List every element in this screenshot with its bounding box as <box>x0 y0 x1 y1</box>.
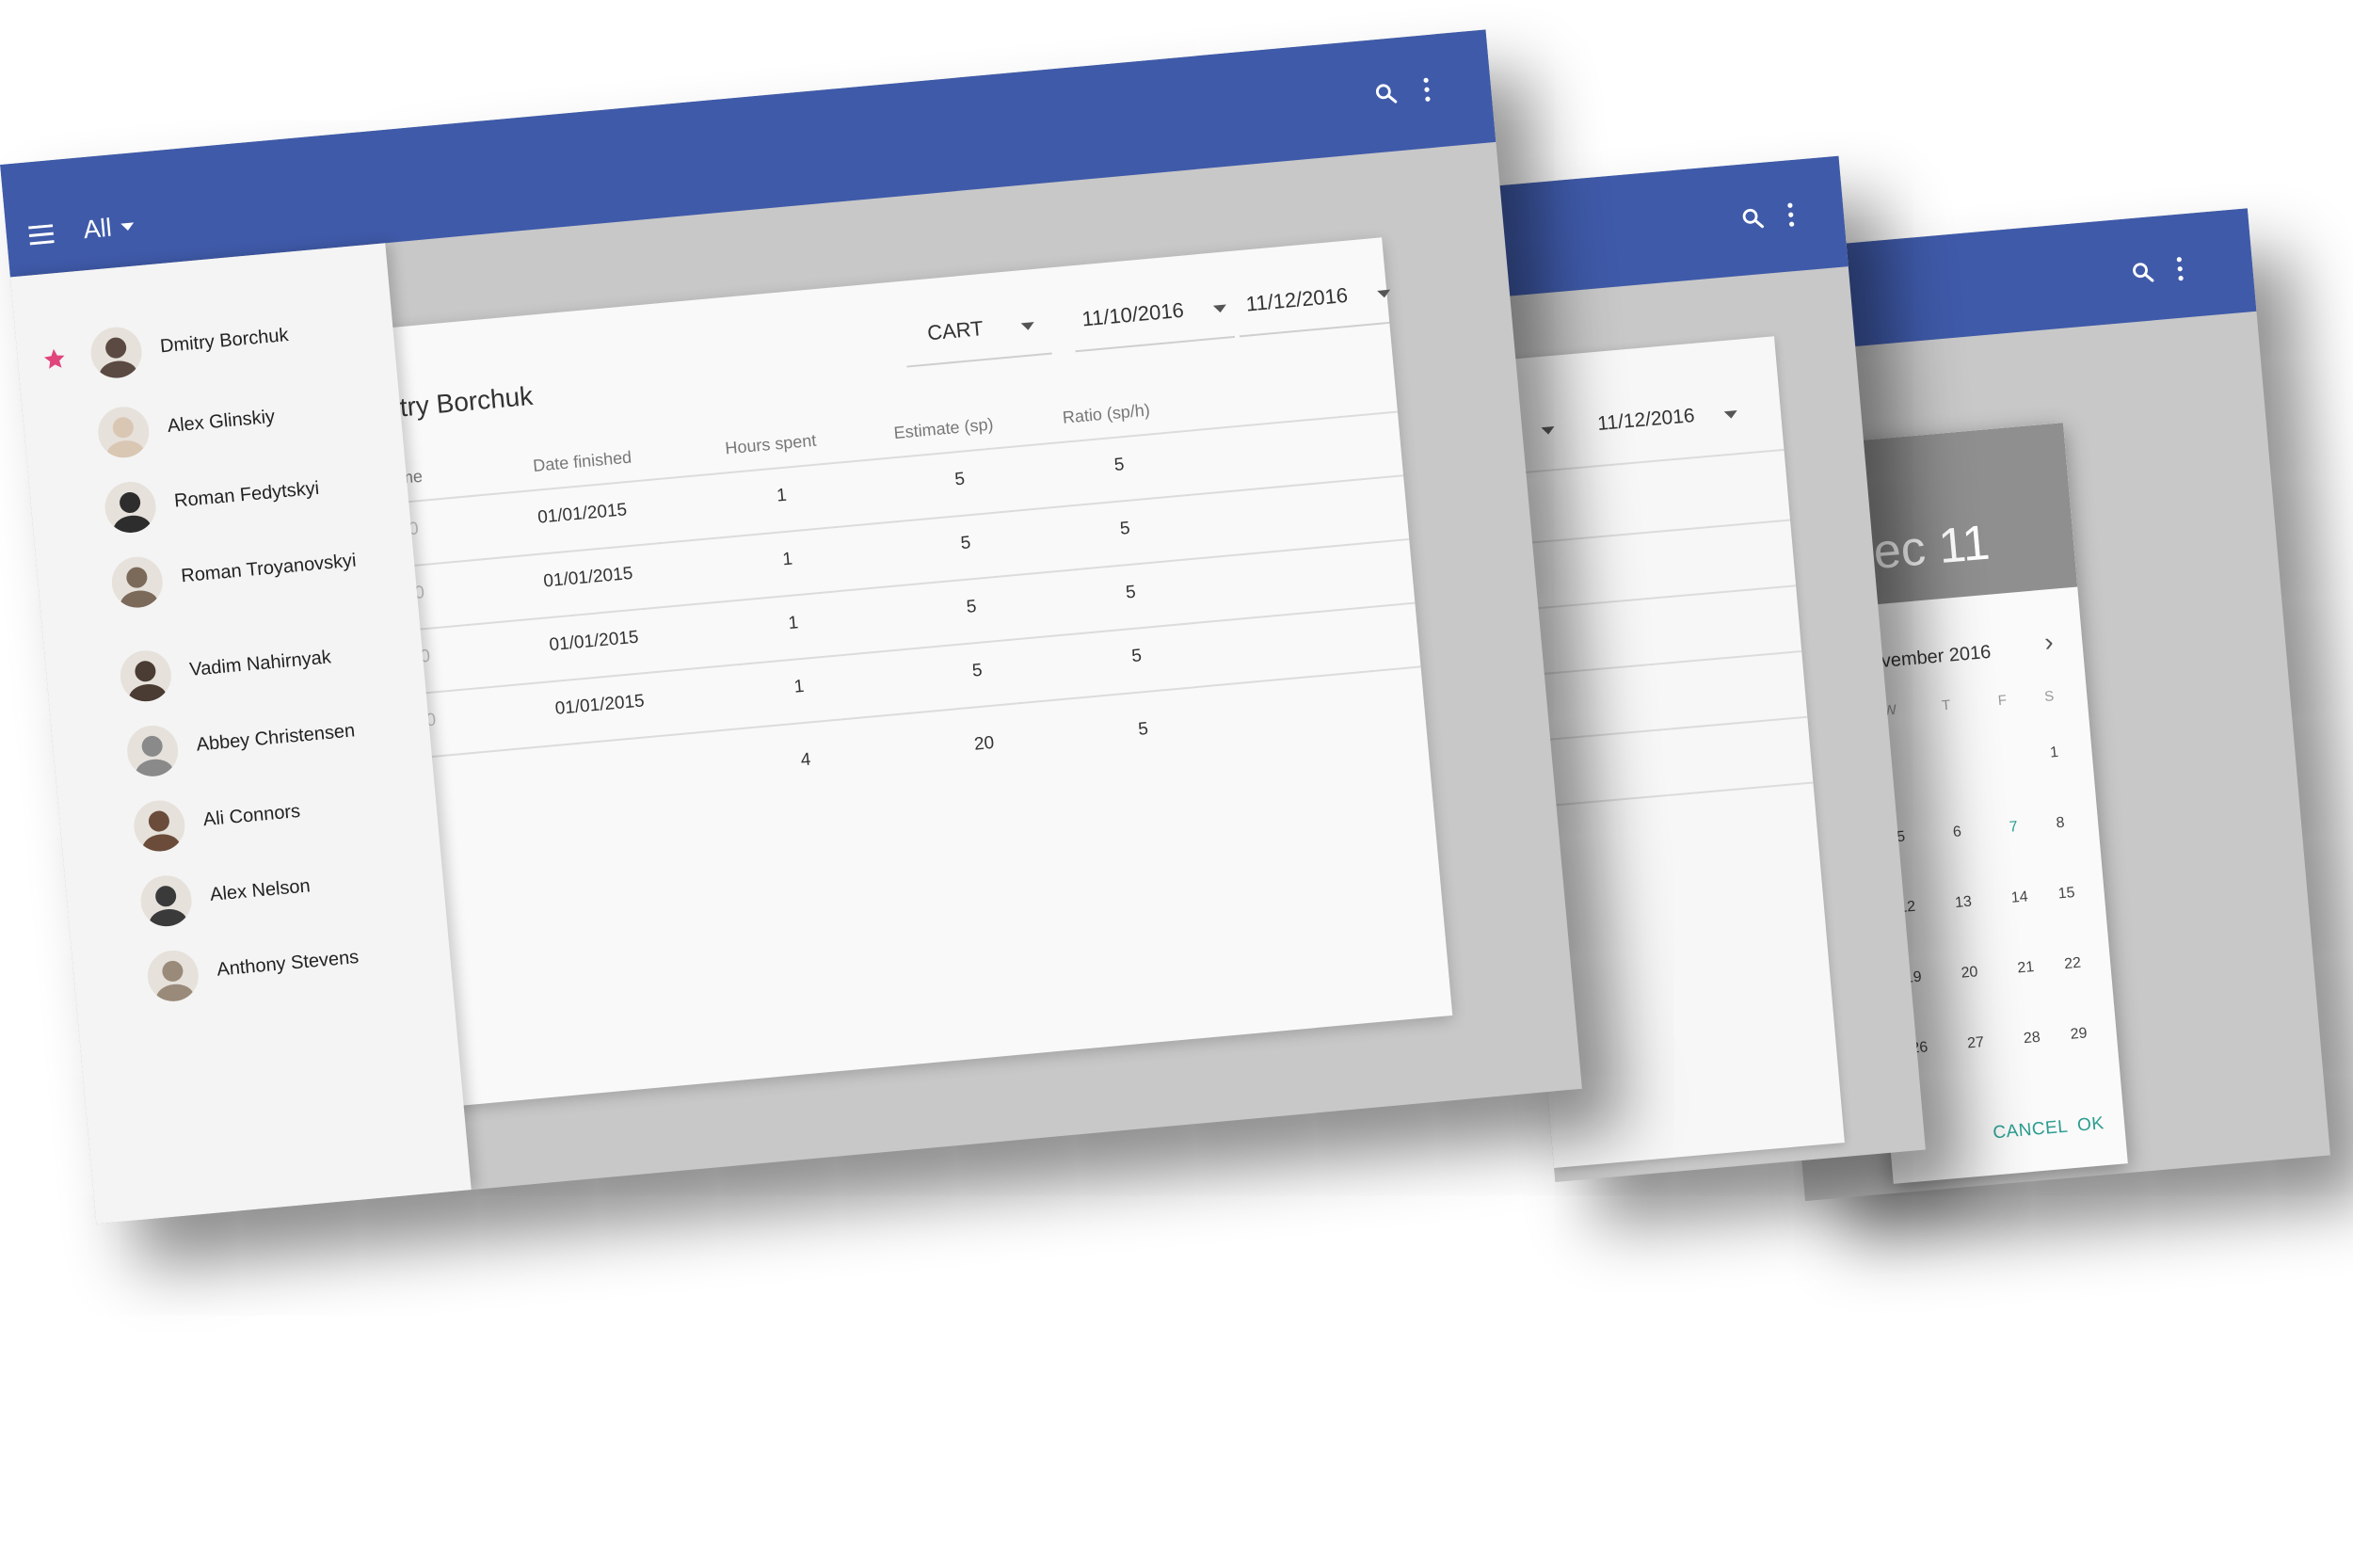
avatar <box>145 948 201 1004</box>
hours-cell: 1 <box>776 485 788 506</box>
contact-name: Anthony Stevens <box>216 946 360 981</box>
calendar-day[interactable]: 20 <box>1945 963 1993 984</box>
row-divider <box>320 474 1404 575</box>
estimate-cell: 5 <box>971 660 984 681</box>
avatar <box>138 872 194 929</box>
date-to-select[interactable]: 11/12/2016 <box>1245 283 1349 317</box>
report-table: Task nameDate finishedHours spentEstimat… <box>299 237 1421 809</box>
avatar <box>124 723 181 779</box>
hours-cell: 1 <box>787 613 800 634</box>
dropdown-caret-icon <box>1723 410 1738 420</box>
column-header: Estimate (sp) <box>892 414 995 443</box>
app-window-report: All Dmitry Borchuk CART 11/10/2016 11/12… <box>0 29 1582 1224</box>
calendar-day[interactable]: 22 <box>2048 953 2096 974</box>
contact-name: Roman Troyanovskyi <box>180 550 358 587</box>
dropdown-caret-icon <box>1541 425 1556 436</box>
calendar-day[interactable]: 27 <box>1951 1033 1999 1054</box>
avatar <box>103 479 158 536</box>
contact-name: Roman Fedytskyi <box>173 477 321 512</box>
contact-name: Dmitry Borchuk <box>159 325 290 358</box>
date-cell: 01/01/2015 <box>542 563 634 592</box>
contact-name: Vadim Nahirnyak <box>188 647 332 680</box>
avatar <box>88 325 144 380</box>
app-bar: All <box>0 29 1497 278</box>
ratio-cell: 5 <box>1119 518 1131 539</box>
more-vert-icon[interactable] <box>2174 255 2185 282</box>
screenshot-stage: Dec 11 November 2016 › W T F S 1 5 6 7 8 12 13 14 15… <box>0 0 2353 1568</box>
calendar-day[interactable]: 13 <box>1939 892 1987 913</box>
row-divider <box>314 410 1398 512</box>
hours-cell: 1 <box>792 676 806 697</box>
calendar-day[interactable]: 29 <box>2055 1024 2103 1045</box>
ratio-cell: 5 <box>1130 646 1143 667</box>
search-icon[interactable] <box>1372 80 1399 106</box>
weekday-label: F <box>1997 692 2008 710</box>
avatar <box>95 404 152 460</box>
calendar-grid: W T F S 1 5 6 7 8 12 13 14 15 19 20 21 22 26 27 28 29 <box>1851 685 2088 1057</box>
date-from-select[interactable]: 11/10/2016 <box>1080 298 1184 332</box>
dropdown-caret-icon <box>1377 289 1391 298</box>
ok-button[interactable]: OK <box>2076 1113 2105 1136</box>
contact-name: Abbey Christensen <box>195 720 357 756</box>
report-card: Dmitry Borchuk CART 11/10/2016 11/12/201… <box>298 237 1453 1114</box>
calendar-day[interactable]: 1 <box>2030 743 2078 763</box>
select-underline <box>906 352 1052 368</box>
search-icon[interactable] <box>2129 259 2155 285</box>
total-hours: 4 <box>799 749 812 771</box>
contact-name: Alex Glinskiy <box>166 406 276 437</box>
estimate-cell: 5 <box>965 596 978 617</box>
project-select[interactable]: CART <box>926 316 984 345</box>
row-divider <box>338 665 1421 767</box>
select-underline <box>1075 335 1236 353</box>
more-vert-icon[interactable] <box>1421 76 1433 104</box>
app-bar <box>1468 155 1849 299</box>
select-underline <box>1239 321 1390 338</box>
estimate-cell: 5 <box>959 533 972 554</box>
weekday-label: T <box>1941 696 1952 714</box>
row-divider <box>1505 584 1797 613</box>
calendar-day[interactable]: 21 <box>2002 958 2050 979</box>
avatar <box>109 554 166 610</box>
calendar-day[interactable]: 15 <box>2042 884 2090 904</box>
contact-name: Ali Connors <box>201 800 301 831</box>
contact-name: Alex Nelson <box>209 875 312 905</box>
row-divider <box>1511 650 1802 679</box>
ratio-cell: 5 <box>1112 455 1126 475</box>
row-divider <box>1499 519 1791 547</box>
total-ratio: 5 <box>1137 718 1149 740</box>
date-to-select[interactable]: 11/12/2016 <box>1596 405 1695 436</box>
estimate-cell: 5 <box>953 469 967 490</box>
dropdown-caret-icon <box>1212 304 1227 313</box>
filter-label[interactable]: All <box>82 214 113 246</box>
calendar-day[interactable]: 6 <box>1933 822 1981 842</box>
search-icon[interactable] <box>1739 205 1766 232</box>
date-cell: 01/01/2015 <box>553 691 646 719</box>
menu-icon[interactable] <box>28 224 55 246</box>
total-estimate: 20 <box>973 732 996 755</box>
ratio-cell: 5 <box>1125 582 1137 603</box>
weekday-label: S <box>2043 688 2056 705</box>
dropdown-caret-icon <box>1020 322 1035 331</box>
date-cell: 01/01/2015 <box>536 500 629 528</box>
column-header: Ratio (sp/h) <box>1062 400 1151 427</box>
chevron-right-icon[interactable]: › <box>2043 627 2055 658</box>
avatar <box>132 798 187 854</box>
calendar-day[interactable]: 8 <box>2036 813 2084 834</box>
calendar-day[interactable]: 28 <box>2008 1028 2056 1048</box>
row-divider <box>332 601 1416 703</box>
dropdown-caret-icon[interactable] <box>120 222 135 232</box>
date-cell: 01/01/2015 <box>548 627 640 656</box>
calendar-day[interactable]: 7 <box>1990 817 2038 838</box>
column-header: Date finished <box>532 447 632 475</box>
avatar <box>118 648 174 704</box>
cancel-button[interactable]: CANCEL <box>1993 1117 2070 1144</box>
row-divider <box>326 537 1410 639</box>
calendar-day[interactable]: 14 <box>1995 888 2043 908</box>
column-header: Hours spent <box>724 430 818 458</box>
row-divider <box>1516 715 1808 744</box>
hours-cell: 1 <box>781 549 793 570</box>
more-vert-icon[interactable] <box>1785 201 1797 229</box>
row-divider <box>1522 781 1814 809</box>
row-divider <box>1493 448 1785 476</box>
